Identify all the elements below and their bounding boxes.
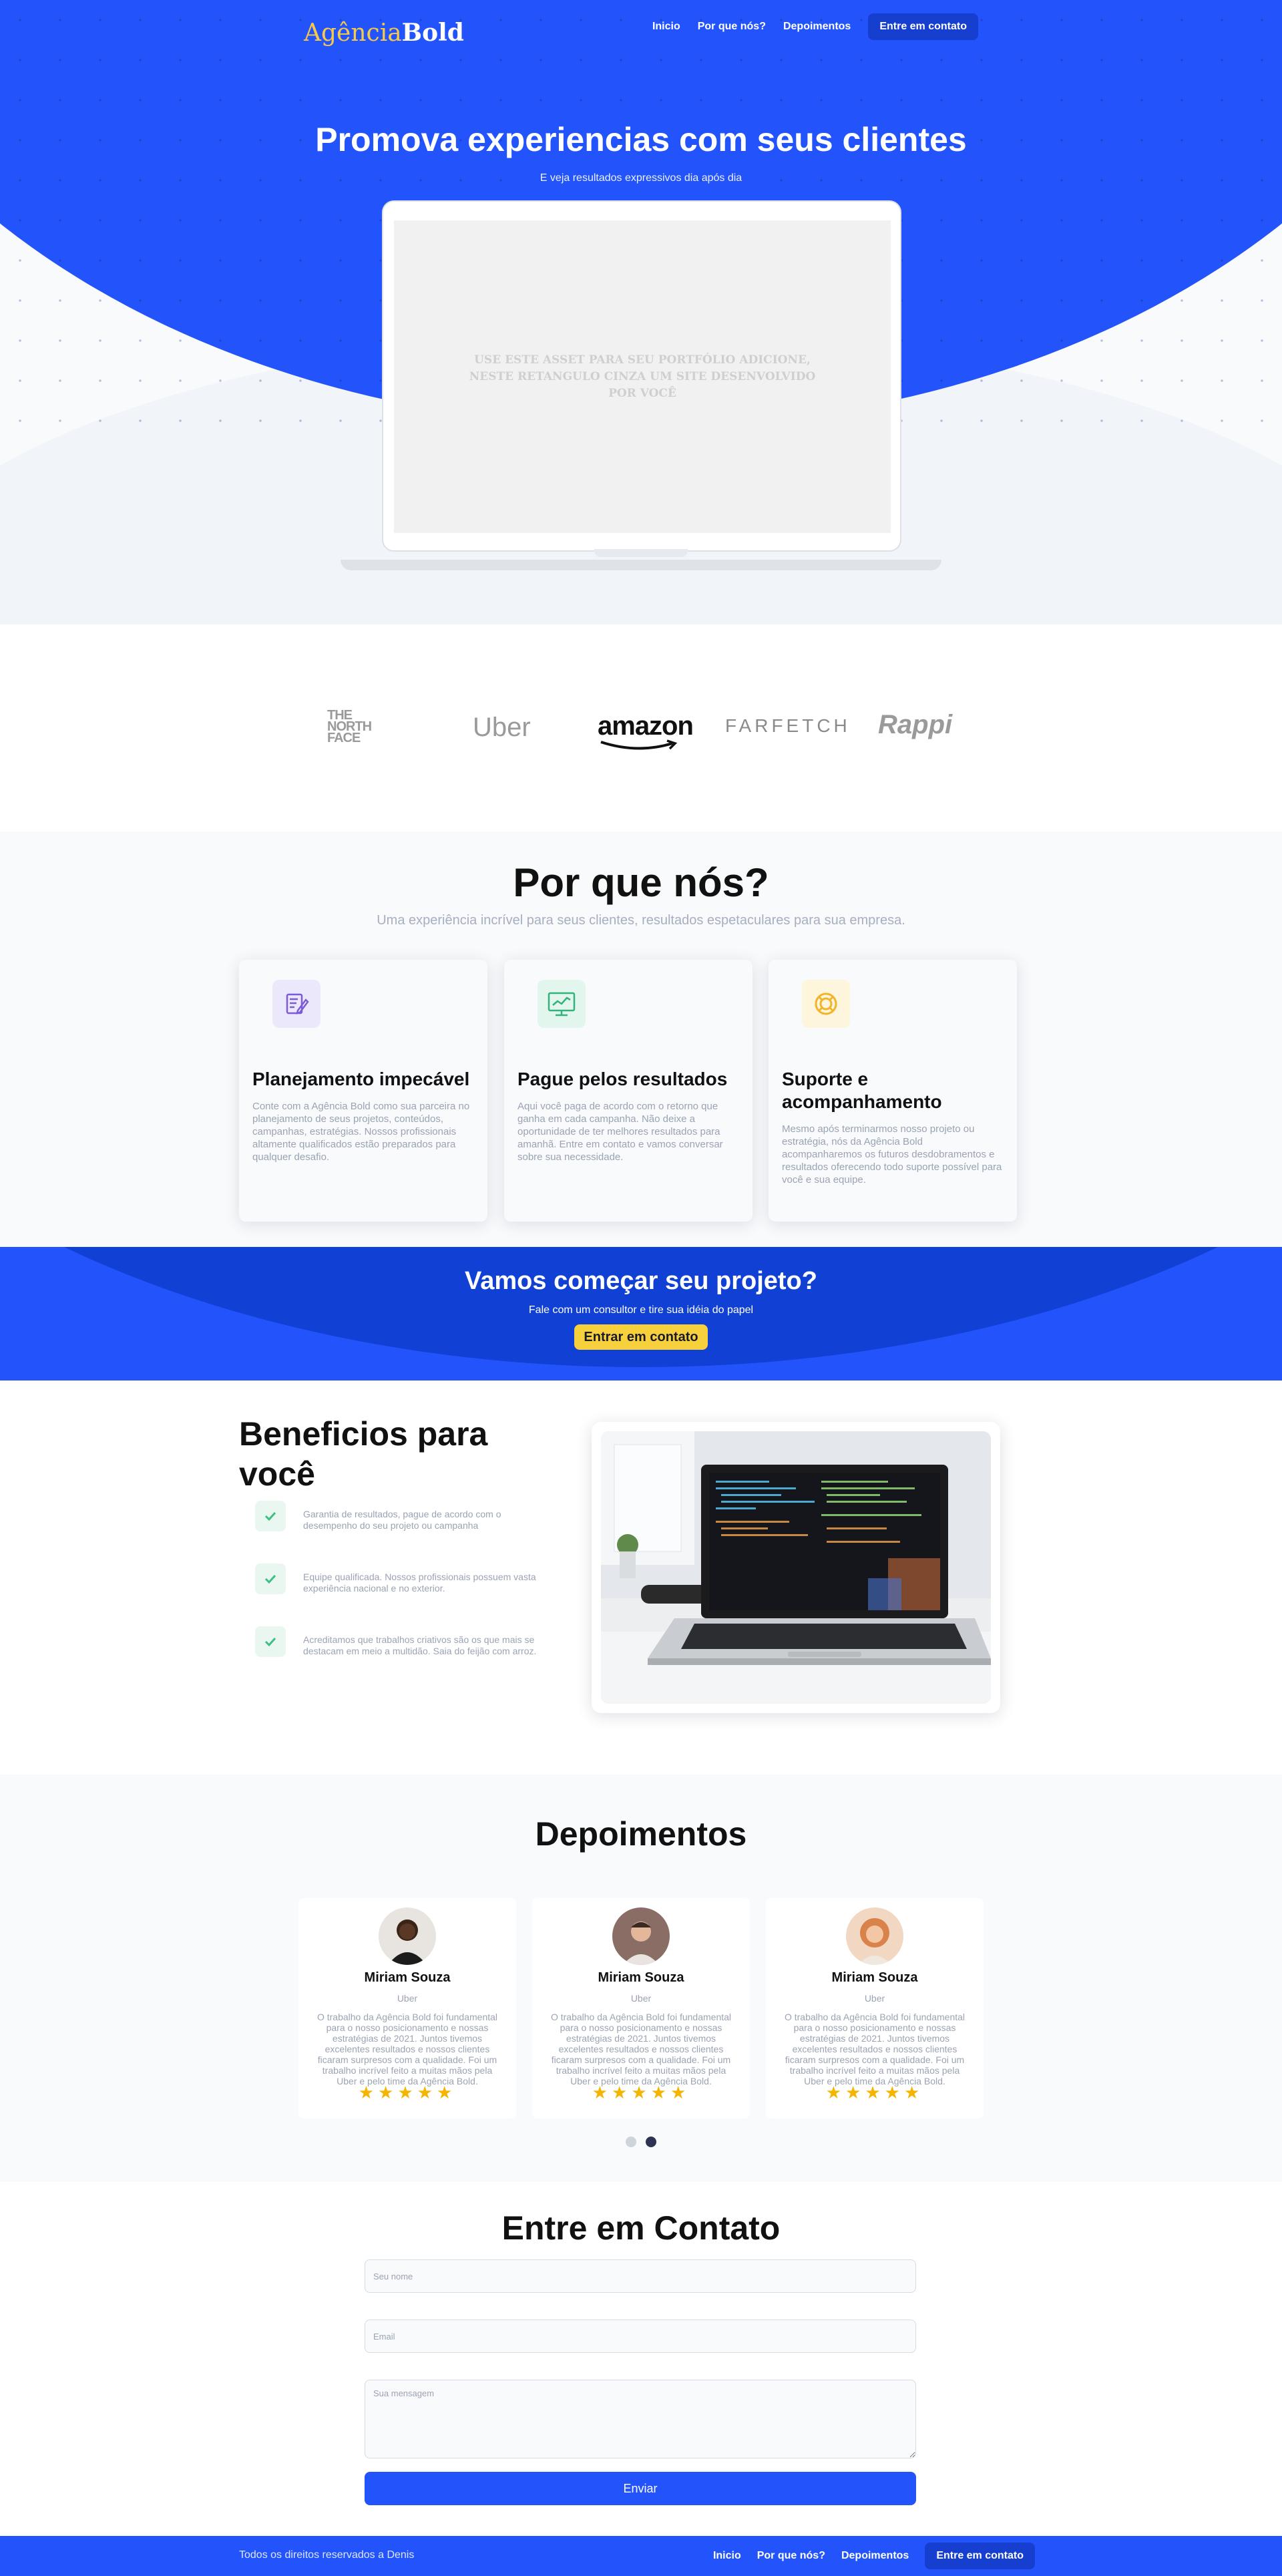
why-us-section: Por que nós? Uma experiência incrível pa…: [0, 832, 1282, 1247]
feature-card-planning: Planejamento impecável Conte com a Agênc…: [239, 960, 487, 1222]
testimonial-card: Miriam Souza Uber O trabalho da Agência …: [532, 1898, 750, 2119]
carousel-dot-1[interactable]: [626, 2137, 636, 2147]
avatar: [379, 1907, 436, 1965]
nav-links: Inicio Por que nós? Depoimentos Entre em…: [652, 13, 978, 40]
testimonial-company: Uber: [397, 1993, 418, 2004]
brand-amazon-text: amazon: [598, 711, 694, 741]
chart-monitor-icon: [538, 980, 586, 1028]
feature-card-results: Pague pelos resultados Aqui você paga de…: [504, 960, 753, 1222]
portfolio-placeholder-text: USE ESTE ASSET PARA SEU PORTFÓLIO ADICIO…: [469, 353, 816, 400]
nav-link-por-que-nos[interactable]: Por que nós?: [698, 21, 766, 33]
laptop-code-photo: [601, 1431, 991, 1704]
testimonial-card: Miriam Souza Uber O trabalho da Agência …: [766, 1898, 984, 2119]
top-nav: AgênciaBold Inicio Por que nós? Depoimen…: [0, 0, 1282, 53]
amazon-smile-icon: [600, 739, 678, 750]
avatar: [846, 1907, 903, 1965]
hero-title: Promova experiencias com seus clientes: [315, 121, 967, 158]
cta-subtitle: Fale com um consultor e tire sua idéia d…: [528, 1304, 754, 1316]
benefits-photo-frame: [592, 1422, 1000, 1713]
laptop-mockup: USE ESTE ASSET PARA SEU PORTFÓLIO ADICIO…: [382, 200, 901, 552]
nav-link-inicio[interactable]: Inicio: [652, 21, 680, 33]
feature-card-text: Conte com a Agência Bold como sua parcei…: [252, 1101, 470, 1163]
avatar: [612, 1907, 670, 1965]
laptop-base: [341, 560, 941, 570]
brand-logo-the-north-face: THE NORTH FACE: [327, 708, 387, 745]
brand-logo-rappi: Rappi: [878, 710, 953, 739]
testimonial-text: O trabalho da Agência Bold foi fundament…: [784, 2012, 966, 2086]
star-rating: ★★★★★: [825, 2082, 924, 2102]
cta-section: Vamos começar seu projeto? Fale com um c…: [0, 1247, 1282, 1381]
feature-card-title: Planejamento impecável: [252, 1069, 470, 1089]
footer-link-depoimentos[interactable]: Depoimentos: [841, 2550, 909, 2562]
support-ring-icon: [802, 980, 850, 1028]
nav-contact-button[interactable]: Entre em contato: [868, 13, 978, 40]
name-input[interactable]: [365, 2259, 916, 2293]
contact-title: Entre em Contato: [501, 2209, 781, 2247]
email-input[interactable]: [365, 2320, 916, 2353]
feature-card-text: Mesmo após terminarmos nosso projeto ou …: [782, 1123, 1002, 1185]
why-us-title: Por que nós?: [513, 860, 769, 905]
footer-copyright: Todos os direitos reservados a Denis: [239, 2549, 415, 2561]
logo-part-2: Bold: [401, 19, 464, 47]
footer-links: Inicio Por que nós? Depoimentos Entre em…: [713, 2543, 1035, 2569]
cta-contact-button[interactable]: Entrar em contato: [574, 1324, 708, 1350]
feature-card-support: Suporte e acompanhamento Mesmo após term…: [769, 960, 1017, 1222]
testimonials-section: Depoimentos Miriam Souza Uber O trabalho…: [0, 1775, 1282, 2182]
testimonial-name: Miriam Souza: [364, 1970, 451, 1985]
check-icon: [255, 1563, 286, 1594]
check-icon: [255, 1501, 286, 1531]
benefit-text: Garantia de resultados, pague de acordo …: [303, 1509, 501, 1531]
star-rating: ★★★★★: [592, 2082, 690, 2102]
message-textarea[interactable]: [365, 2380, 916, 2458]
nav-link-depoimentos[interactable]: Depoimentos: [783, 21, 851, 33]
send-button[interactable]: Enviar: [365, 2472, 916, 2505]
brand-logo-uber: Uber: [473, 713, 531, 742]
carousel-dot-2-active[interactable]: [646, 2137, 656, 2147]
hero-section: AgênciaBold Inicio Por que nós? Depoimen…: [0, 0, 1282, 624]
testimonial-name: Miriam Souza: [831, 1970, 918, 1985]
why-us-subtitle: Uma experiência incrível para seus clien…: [377, 913, 905, 928]
portfolio-placeholder: USE ESTE ASSET PARA SEU PORTFÓLIO ADICIO…: [394, 220, 891, 533]
star-rating: ★★★★★: [358, 2082, 457, 2102]
brand-the-north-face-text: THE NORTH FACE: [327, 708, 372, 745]
benefits-section: Beneficios para você Garantia de resulta…: [0, 1381, 1282, 1775]
contact-section: Entre em Contato Enviar: [0, 2182, 1282, 2536]
testimonial-text: O trabalho da Agência Bold foi fundament…: [316, 2012, 498, 2086]
brand-logo-amazon: amazon: [598, 711, 694, 750]
testimonial-name: Miriam Souza: [598, 1970, 684, 1985]
feature-card-title: Suporte e acompanhamento: [782, 1069, 942, 1112]
footer-link-por-que-nos[interactable]: Por que nós?: [757, 2550, 825, 2562]
logo-part-1: Agência: [304, 19, 402, 47]
feature-card-text: Aqui você paga de acordo com o retorno q…: [517, 1101, 723, 1163]
brand-logo-farfetch: FARFETCH: [725, 715, 851, 736]
footer-link-inicio[interactable]: Inicio: [713, 2550, 741, 2562]
benefit-text: Acreditamos que trabalhos criativos são …: [303, 1634, 537, 1656]
footer-contact-button[interactable]: Entre em contato: [925, 2543, 1035, 2569]
check-icon: [255, 1626, 286, 1657]
benefit-text: Equipe qualificada. Nossos profissionais…: [303, 1572, 536, 1594]
benefits-title: Beneficios para você: [239, 1415, 488, 1493]
logo[interactable]: AgênciaBold: [304, 19, 464, 47]
testimonials-title: Depoimentos: [535, 1815, 747, 1853]
testimonial-card: Miriam Souza Uber O trabalho da Agência …: [298, 1898, 516, 2119]
brands-section: THE NORTH FACE Uber amazon FARFETCH Rapp…: [0, 624, 1282, 832]
feature-card-title: Pague pelos resultados: [517, 1069, 728, 1089]
laptop-notch: [594, 549, 688, 557]
edit-icon: [272, 980, 320, 1028]
testimonial-company: Uber: [864, 1993, 885, 2004]
footer: Todos os direitos reservados a Denis Ini…: [0, 2536, 1282, 2576]
testimonial-text: O trabalho da Agência Bold foi fundament…: [550, 2012, 732, 2086]
testimonial-company: Uber: [630, 1993, 652, 2004]
hero-subtitle: E veja resultados expressivos dia após d…: [540, 172, 742, 184]
cta-title: Vamos começar seu projeto?: [465, 1267, 817, 1295]
